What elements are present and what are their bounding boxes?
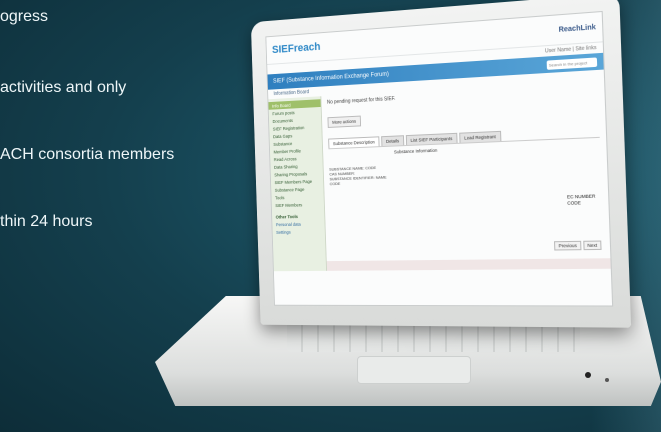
brand-logo: ReachLink: [558, 23, 596, 34]
site-logo[interactable]: SIEFreach: [272, 41, 321, 56]
more-actions-button[interactable]: More actions: [327, 115, 361, 128]
sidebar: Info Board Forum posts Documents SIEF Re…: [268, 96, 328, 272]
main-content: No pending request for this SIEF. More a…: [321, 80, 611, 271]
laptop-screen: SIEFreach ReachLink User Name | Site lin…: [265, 10, 614, 307]
page-body: Info Board Forum posts Documents SIEF Re…: [268, 80, 611, 272]
bullet-1: ogress: [0, 8, 49, 25]
port: [605, 378, 609, 382]
sidebar-subitem[interactable]: Settings: [272, 227, 324, 236]
reference-value: CODE: [567, 200, 581, 206]
bullet-2: activities and only: [0, 79, 127, 96]
pager: Previous Next: [554, 240, 602, 251]
bullet-4: thin 24 hours: [0, 213, 93, 230]
previous-button[interactable]: Previous: [554, 240, 582, 251]
tab-details[interactable]: Details: [381, 135, 405, 147]
power-indicator: [585, 372, 591, 378]
tab-substance-description[interactable]: Substance Description: [328, 136, 380, 149]
trackpad: [357, 356, 471, 384]
sidebar-item[interactable]: SIEF Members: [272, 200, 324, 209]
laptop-lid: SIEFreach ReachLink User Name | Site lin…: [250, 0, 632, 328]
tab-participants[interactable]: List SIEF Participants: [405, 132, 458, 146]
substance-info: SUBSTANCE NAME: CODE CAS NUMBER: SUBSTAN…: [329, 157, 601, 186]
bullet-3: ACH consortia members: [0, 146, 175, 163]
reference-number: EC NUMBER CODE: [567, 194, 596, 207]
laptop: SIEFreach ReachLink User Name | Site lin…: [155, 0, 661, 432]
tab-lead-registrant[interactable]: Lead Registrant: [459, 130, 501, 143]
footer-bar: [326, 258, 611, 271]
search-input[interactable]: Search in the project: [546, 56, 598, 70]
next-button[interactable]: Next: [582, 240, 602, 251]
